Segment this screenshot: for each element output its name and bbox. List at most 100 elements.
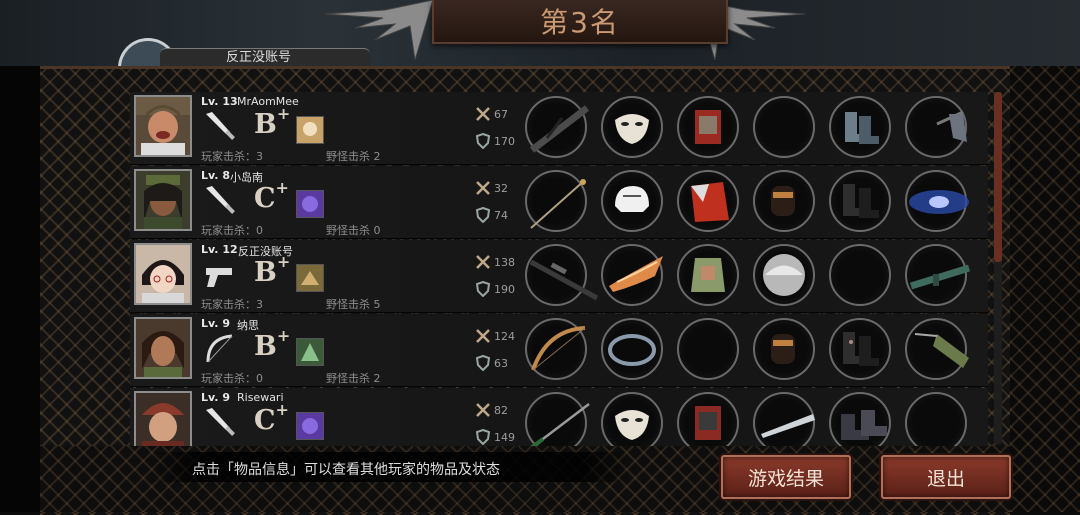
rifle-icon[interactable]: [905, 244, 971, 306]
monster-kills-label: 野怪击杀 0: [326, 224, 381, 237]
player-portrait[interactable]: [134, 95, 192, 157]
sniper-rifle-icon[interactable]: [525, 244, 599, 306]
scrollbar-thumb[interactable]: [994, 92, 1002, 262]
player-portrait[interactable]: [134, 243, 192, 305]
tiara-icon[interactable]: [601, 244, 663, 306]
boots-icon[interactable]: [829, 96, 891, 158]
attack-icon: [476, 329, 490, 343]
specialty-icon: [296, 116, 324, 144]
defense-icon: [475, 207, 491, 223]
specialty-icon: [296, 190, 324, 218]
attack-value: 67: [494, 108, 508, 121]
item-info-hint: 点击「物品信息」可以查看其他玩家的物品及状态: [192, 462, 500, 478]
empty-slot[interactable]: [753, 96, 815, 158]
headband-icon[interactable]: [601, 318, 663, 380]
monster-kills-label: 野怪击杀 5: [326, 298, 381, 311]
exit-button[interactable]: 退出: [881, 455, 1011, 499]
specialty-icon: [296, 412, 324, 440]
red-cape-icon[interactable]: [677, 170, 739, 232]
player-row[interactable]: Lv. 9 纳思 B+ 玩家击杀：0 野怪击杀 2 124 63: [130, 314, 988, 387]
monster-kills-label: 野怪击杀 2: [326, 372, 381, 385]
left-gutter: [0, 66, 40, 512]
boots-icon[interactable]: [829, 392, 891, 446]
katana-icon[interactable]: [525, 392, 590, 446]
level-label: Lv. 8: [201, 169, 230, 182]
disc-icon[interactable]: [753, 244, 815, 306]
specialty-icon: [296, 264, 324, 292]
helmet-icon[interactable]: [601, 170, 663, 232]
level-label: Lv. 9: [201, 391, 230, 404]
grade-label: B+: [254, 326, 291, 362]
empty-slot[interactable]: [829, 244, 891, 306]
player-kills-label: 玩家击杀：0: [201, 372, 263, 385]
game-result-button[interactable]: 游戏结果: [721, 455, 851, 499]
defense-icon: [475, 133, 491, 149]
bow-icon: [206, 334, 233, 363]
monster-kills-label: 野怪击杀 2: [326, 150, 381, 163]
attack-icon: [476, 107, 490, 121]
defense-value: 170: [494, 135, 515, 148]
attack-icon: [476, 255, 490, 269]
galaxy-orb-icon[interactable]: [905, 170, 969, 232]
mask-icon[interactable]: [601, 392, 663, 446]
defense-icon: [475, 355, 491, 371]
attack-icon: [476, 403, 490, 417]
boots-icon[interactable]: [829, 318, 891, 380]
quiver-icon[interactable]: [905, 318, 969, 380]
right-gutter: [1010, 66, 1080, 512]
player-row[interactable]: Lv. 12 反正没账号 B+ 玩家击杀：3 野怪击杀 5 138 190: [130, 240, 988, 313]
umbrella-icon[interactable]: [525, 96, 589, 158]
previous-player-name: 反正没账号: [226, 50, 292, 65]
bracer-icon[interactable]: [753, 170, 815, 232]
list-scrollbar[interactable]: [994, 92, 1002, 444]
sheath-icon[interactable]: [753, 392, 815, 446]
defense-value: 190: [494, 283, 515, 296]
defense-value: 149: [494, 431, 515, 444]
player-row[interactable]: Lv. 8 小岛南 C+ 玩家击杀：0 野怪击杀 0 32 74: [130, 166, 988, 239]
player-list[interactable]: Lv. 13 MrAomMee B+ 玩家击杀：3 野怪击杀 2 67 170 …: [130, 92, 988, 446]
mask-icon[interactable]: [601, 96, 663, 158]
defense-icon: [475, 281, 491, 297]
defense-value: 63: [494, 357, 508, 370]
player-row[interactable]: Lv. 9 Risewari C+ 82 149: [130, 388, 988, 446]
defense-icon: [475, 429, 491, 445]
level-label: Lv. 12: [201, 243, 238, 256]
pistol-icon: [206, 268, 232, 287]
player-kills-label: 玩家击杀：0: [201, 224, 263, 237]
level-label: Lv. 9: [201, 317, 230, 330]
cloak-icon[interactable]: [905, 96, 967, 158]
red-armor-icon[interactable]: [677, 96, 739, 158]
knife-icon: [206, 408, 235, 436]
player-row[interactable]: Lv. 13 MrAomMee B+ 玩家击杀：3 野怪击杀 2 67 170: [130, 92, 988, 165]
attack-value: 138: [494, 256, 515, 269]
grade-label: B+: [254, 104, 291, 140]
player-portrait[interactable]: [134, 391, 192, 446]
grade-label: C+: [254, 400, 289, 436]
grade-label: C+: [254, 178, 289, 214]
rank-title: 第3名: [540, 6, 620, 39]
empty-slot[interactable]: [905, 392, 967, 446]
player-portrait[interactable]: [134, 317, 192, 379]
knife-icon: [206, 112, 235, 140]
bracer-icon[interactable]: [753, 318, 815, 380]
attack-value: 124: [494, 330, 515, 343]
level-label: Lv. 13: [201, 95, 238, 108]
rapier-icon[interactable]: [525, 170, 587, 232]
player-kills-label: 玩家击杀：3: [201, 298, 263, 311]
player-portrait[interactable]: [134, 169, 192, 231]
boots-icon[interactable]: [829, 170, 891, 232]
previous-player-tab[interactable]: 反正没账号: [160, 48, 370, 66]
rank-title-plate: 第3名: [432, 0, 728, 44]
specialty-icon: [296, 338, 324, 366]
bow-icon[interactable]: [525, 318, 587, 380]
player-kills-label: 玩家击杀：3: [201, 150, 263, 163]
defense-value: 74: [494, 209, 508, 222]
knife-icon: [206, 186, 235, 214]
red-armor-icon[interactable]: [677, 392, 739, 446]
attack-icon: [476, 181, 490, 195]
empty-slot[interactable]: [677, 318, 739, 380]
attack-value: 32: [494, 182, 508, 195]
attack-value: 82: [494, 404, 508, 417]
vest-icon[interactable]: [677, 244, 739, 306]
grade-label: B+: [254, 252, 291, 288]
